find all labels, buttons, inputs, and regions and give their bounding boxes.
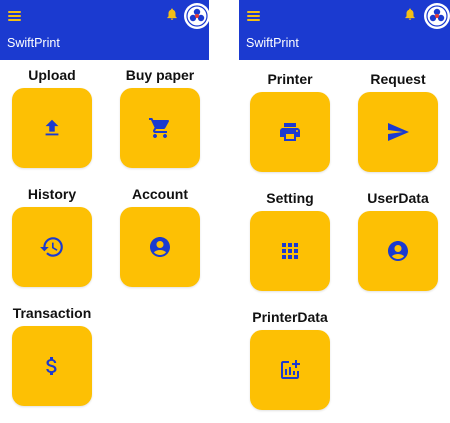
request-label: Request bbox=[370, 71, 426, 87]
request-tile[interactable] bbox=[358, 92, 438, 172]
buy-paper-label: Buy paper bbox=[125, 67, 195, 83]
avatar[interactable] bbox=[424, 3, 450, 29]
account-icon bbox=[150, 237, 170, 257]
app-bar: SwiftPrint bbox=[0, 0, 210, 60]
grid-icon bbox=[282, 243, 298, 259]
left-screen: SwiftPrint Upload Buy paper History Acco… bbox=[0, 0, 210, 423]
transaction-label: Transaction bbox=[12, 305, 92, 321]
menu-icon[interactable] bbox=[247, 11, 260, 21]
avatar[interactable] bbox=[184, 3, 210, 29]
userdata-label: UserData bbox=[367, 190, 429, 206]
account-icon bbox=[388, 241, 408, 261]
printerdata-label: PrinterData bbox=[252, 309, 328, 325]
upload-tile[interactable] bbox=[12, 88, 92, 168]
avatar-logo-icon bbox=[186, 5, 208, 27]
bell-icon[interactable] bbox=[403, 6, 417, 22]
setting-label: Setting bbox=[266, 190, 314, 206]
userdata-tile[interactable] bbox=[358, 211, 438, 291]
app-bar: SwiftPrint bbox=[239, 0, 450, 60]
printer-tile[interactable] bbox=[250, 92, 330, 172]
printer-icon bbox=[280, 123, 300, 141]
dollar-icon bbox=[46, 357, 57, 375]
printer-label: Printer bbox=[267, 71, 313, 87]
app-title: SwiftPrint bbox=[7, 36, 60, 50]
buy-paper-tile[interactable] bbox=[120, 88, 200, 168]
avatar-logo-icon bbox=[426, 5, 448, 27]
setting-tile[interactable] bbox=[250, 211, 330, 291]
cart-icon bbox=[149, 118, 170, 138]
transaction-tile[interactable] bbox=[12, 326, 92, 406]
menu-icon[interactable] bbox=[8, 11, 21, 21]
upload-icon bbox=[45, 119, 59, 136]
history-label: History bbox=[27, 186, 77, 202]
printerdata-tile[interactable] bbox=[250, 330, 330, 410]
history-tile[interactable] bbox=[12, 207, 92, 287]
history-icon bbox=[40, 237, 63, 257]
add-chart-icon bbox=[281, 360, 300, 379]
upload-label: Upload bbox=[28, 67, 76, 83]
app-title: SwiftPrint bbox=[246, 36, 299, 50]
bell-icon[interactable] bbox=[165, 6, 179, 22]
account-label: Account bbox=[132, 186, 188, 202]
right-screen: SwiftPrint Printer Request Setting UserD… bbox=[239, 0, 450, 423]
account-tile[interactable] bbox=[120, 207, 200, 287]
send-icon bbox=[388, 123, 409, 141]
